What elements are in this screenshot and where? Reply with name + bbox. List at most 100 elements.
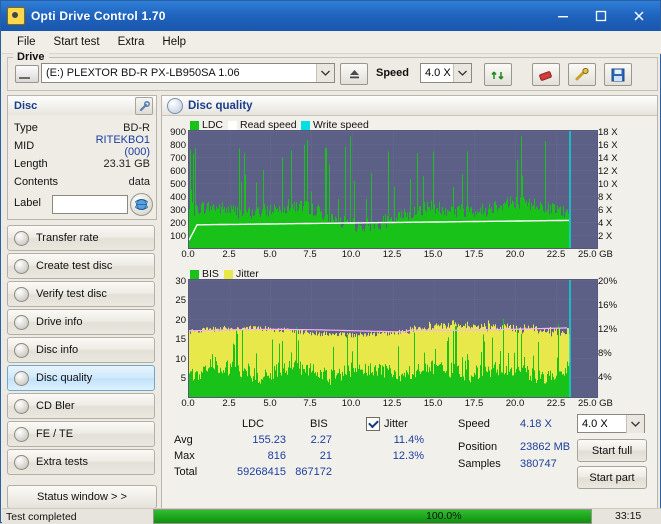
ldc-xtick-2: 5.0 xyxy=(263,249,277,260)
bullet-icon xyxy=(14,426,29,442)
start-part-button[interactable]: Start part xyxy=(577,466,647,489)
bullet-icon xyxy=(14,398,29,414)
stats-row-avg-ldc: 155.23 xyxy=(252,434,286,446)
ldc-ytick-900: 900 xyxy=(170,127,186,138)
disc-icon xyxy=(167,97,183,114)
start-full-button[interactable]: Start full xyxy=(577,439,647,462)
progress-percent: 100.0% xyxy=(426,510,462,522)
sidebar-item-disc-info[interactable]: Disc info xyxy=(7,337,155,363)
sidebar-item-drive-info[interactable]: Drive info xyxy=(7,309,155,335)
sidebar-item-cd-bler[interactable]: CD Bler xyxy=(7,393,155,419)
minimize-button[interactable] xyxy=(544,2,582,30)
ldc-xtick-7: 17.5 xyxy=(464,249,484,260)
jitter-ytick-12: 12% xyxy=(598,324,618,335)
ldc-xtick-10: 25.0 GB xyxy=(578,249,613,260)
field-key: MID xyxy=(14,139,35,152)
sidebar-item-create-test-disc[interactable]: Create test disc xyxy=(7,253,155,279)
window-title: Opti Drive Control 1.70 xyxy=(31,9,166,23)
bis-ytick-25: 25 xyxy=(175,295,186,306)
disc-field-contents: Contents data xyxy=(8,173,156,190)
ldc-ytick-800: 800 xyxy=(170,140,186,151)
disc-field-mid: MID RITEKBO1 (000) xyxy=(8,134,156,158)
speed-ytick-8x: 8 X xyxy=(598,192,613,203)
ldc-plot xyxy=(188,130,598,249)
menu-file[interactable]: File xyxy=(8,33,45,51)
ldc-xtick-6: 15.0 xyxy=(423,249,443,260)
sidebar-item-label: Verify test disc xyxy=(36,288,107,300)
speed-select-value: 4.0 X xyxy=(425,67,451,79)
legend-swatch-ldc xyxy=(190,120,199,130)
bullet-icon xyxy=(14,230,29,246)
ldc-ytick-700: 700 xyxy=(170,153,186,164)
field-value: RITEKBO1 (000) xyxy=(95,133,150,158)
stats-row-max-ldc: 816 xyxy=(267,450,286,462)
sidebar-item-disc-quality[interactable]: Disc quality xyxy=(7,365,155,391)
drive-select[interactable]: (E:) PLEXTOR BD-R PX-LB950SA 1.06 xyxy=(41,63,335,83)
chevron-down-icon[interactable] xyxy=(453,64,471,82)
speed-stat-value: 4.18 X xyxy=(520,418,552,430)
ldc-ytick-100: 100 xyxy=(170,231,186,242)
globe-icon[interactable] xyxy=(130,193,153,216)
disc-panel-header: Disc xyxy=(7,95,157,117)
stats-col-ldc: LDC xyxy=(242,418,265,430)
position-stat-value: 23862 MB xyxy=(520,441,571,453)
sidebar-item-transfer-rate[interactable]: Transfer rate xyxy=(7,225,155,251)
legend-swatch-read-speed xyxy=(228,120,237,130)
position-stat-label: Position xyxy=(458,441,498,453)
bis-xtick-3: 7.5 xyxy=(303,398,317,409)
speed-ytick-12x: 12 X xyxy=(598,166,618,177)
ldc-xtick-0: 0.0 xyxy=(181,249,195,260)
save-button[interactable] xyxy=(604,63,632,86)
eject-button[interactable] xyxy=(340,63,368,85)
disc-field-length: Length 23.31 GB xyxy=(8,155,156,172)
ldc-xtick-5: 12.5 xyxy=(382,249,402,260)
ldc-xtick-8: 20.0 xyxy=(505,249,525,260)
ldc-plot-svg xyxy=(189,131,597,248)
sidebar-item-label: Create test disc xyxy=(36,260,113,272)
status-window-button[interactable]: Status window > > xyxy=(7,485,157,509)
sidebar-item-label: FE / TE xyxy=(36,428,74,440)
maximize-button[interactable] xyxy=(582,2,620,30)
field-key: Contents xyxy=(14,175,59,188)
ldc-ytick-400: 400 xyxy=(170,192,186,203)
jitter-avg-value: 11.4% xyxy=(393,434,424,446)
sidebar-item-fe-te[interactable]: FE / TE xyxy=(7,421,155,447)
jitter-ytick-4: 4% xyxy=(598,372,612,383)
progress-bar xyxy=(153,509,592,524)
wrench-icon[interactable] xyxy=(135,97,153,115)
bis-xtick-2: 5.0 xyxy=(263,398,277,409)
close-button[interactable] xyxy=(620,2,658,30)
chevron-down-icon[interactable] xyxy=(316,64,334,82)
stats-row-avg-bis: 2.27 xyxy=(310,434,332,446)
sidebar-item-extra-tests[interactable]: Extra tests xyxy=(7,449,155,475)
menu-start-test[interactable]: Start test xyxy=(45,33,109,51)
bullet-icon xyxy=(14,314,29,330)
ldc-ytick-500: 500 xyxy=(170,179,186,190)
ldc-ytick-200: 200 xyxy=(170,218,186,229)
sidebar-item-verify-test-disc[interactable]: Verify test disc xyxy=(7,281,155,307)
result-speed-select[interactable]: 4.0 X xyxy=(577,414,645,433)
tools-button[interactable] xyxy=(568,63,596,86)
chevron-down-icon[interactable] xyxy=(626,414,644,433)
sidebar-item-label: Disc info xyxy=(36,344,79,356)
legend-swatch-bis xyxy=(190,269,199,279)
stats-row-total-label: Total xyxy=(174,466,198,478)
menu-extra[interactable]: Extra xyxy=(109,33,154,51)
speed-select[interactable]: 4.0 X xyxy=(420,63,472,83)
menu-help[interactable]: Help xyxy=(153,33,195,51)
bis-jitter-plot-svg xyxy=(189,280,597,397)
bis-xtick-4: 10.0 xyxy=(341,398,361,409)
refresh-button[interactable] xyxy=(484,63,512,86)
bis-xtick-10: 25.0 GB xyxy=(578,398,613,409)
jitter-checkbox[interactable] xyxy=(366,417,380,431)
eraser-button[interactable] xyxy=(532,63,560,86)
disc-quality-header: Disc quality xyxy=(162,96,657,116)
stats-col-bis: BIS xyxy=(310,418,328,430)
drive-group-label: Drive xyxy=(13,51,49,63)
bis-jitter-plot xyxy=(188,279,598,398)
ldc-xtick-3: 7.5 xyxy=(303,249,317,260)
ldc-xtick-4: 10.0 xyxy=(341,249,361,260)
samples-stat-value: 380747 xyxy=(520,458,557,470)
stats-row-max-label: Max xyxy=(174,450,195,462)
label-input[interactable] xyxy=(52,195,128,214)
